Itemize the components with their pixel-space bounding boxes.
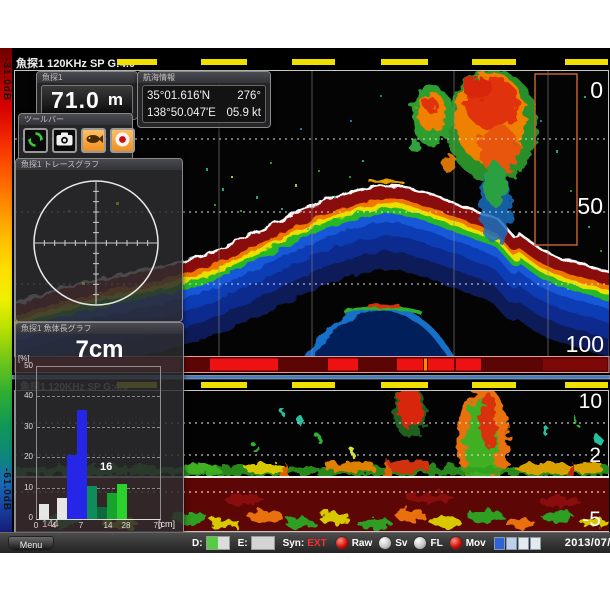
led-mov[interactable]: Mov bbox=[448, 536, 486, 550]
bl-depth-label-minus5: -5 bbox=[582, 508, 601, 531]
bl-depth-label-2: 2 bbox=[589, 444, 601, 467]
dominant-fish-size: 7cm bbox=[75, 336, 124, 363]
trace-scope bbox=[33, 180, 159, 306]
histogram-bar bbox=[39, 503, 49, 519]
y-tick-label: 50 bbox=[24, 361, 33, 370]
d-indicator bbox=[205, 536, 230, 550]
depth-label-100: 100 bbox=[566, 331, 604, 357]
nav-window[interactable]: 航海情報 35°01.616'N 276° 138°50.047'E 05.9 … bbox=[137, 71, 271, 128]
y-gridline bbox=[37, 426, 160, 428]
fl-led-icon bbox=[413, 536, 428, 550]
histogram-bar bbox=[97, 506, 107, 519]
x-tick-label: 28 bbox=[121, 521, 131, 530]
nav-longitude: 138°50.047'E bbox=[147, 106, 216, 119]
x-tick-label: 70 bbox=[153, 521, 163, 530]
nav-window-title[interactable]: 航海情報 bbox=[138, 72, 270, 83]
y-gridline bbox=[37, 396, 160, 398]
d-label: D: bbox=[192, 537, 203, 549]
color-scale-bar: -31.0dB -61.0dB bbox=[0, 48, 12, 532]
depth-unit: m bbox=[107, 90, 123, 109]
fl-label: FL bbox=[430, 537, 443, 549]
x-tick-label: 14 bbox=[103, 521, 113, 530]
depth-label-0: 0 bbox=[590, 77, 603, 103]
fish-alarm-button[interactable] bbox=[81, 128, 106, 153]
x-tick-label: 0 bbox=[33, 521, 39, 530]
syn-label: Syn: bbox=[282, 537, 305, 549]
histogram-annotation: 16 bbox=[100, 461, 113, 473]
raw-label: Raw bbox=[351, 537, 373, 549]
e-indicator bbox=[250, 536, 275, 550]
y-tick-label: 40 bbox=[24, 391, 33, 401]
nav-latitude: 35°01.616'N bbox=[147, 89, 211, 102]
depth-value: 71.0 bbox=[51, 86, 100, 113]
depth-readout: 71.0 m bbox=[41, 85, 133, 115]
raw-led-icon bbox=[334, 536, 349, 550]
colorbar-bottom-db: -61.0dB bbox=[1, 468, 12, 512]
nav-speed: 05.9 kt bbox=[226, 106, 261, 119]
fishfinder-screen: 魚探1 120KHz SP G:4.0 0 50 100 10 2 -5 -31… bbox=[0, 0, 610, 610]
histogram-bar bbox=[67, 455, 77, 519]
led-fl[interactable]: FL bbox=[413, 536, 443, 550]
trace-window-title[interactable]: 魚探1 トレースグラフ bbox=[16, 159, 182, 170]
mov-label: Mov bbox=[465, 537, 486, 549]
histogram-bar bbox=[117, 484, 127, 519]
depth-window-title[interactable]: 魚探1 bbox=[37, 72, 137, 83]
refresh-icon bbox=[27, 131, 44, 151]
histogram-bar bbox=[77, 409, 87, 519]
bl-depth-label-10: 10 bbox=[579, 390, 602, 413]
e-label: E: bbox=[237, 537, 248, 549]
depth-label-50: 50 bbox=[577, 193, 603, 219]
syn-value: EXT bbox=[307, 537, 327, 549]
y-tick-label: 20 bbox=[24, 452, 33, 462]
refresh-button[interactable] bbox=[23, 128, 48, 153]
sv-led-icon bbox=[378, 536, 393, 550]
histogram-bar bbox=[107, 493, 117, 519]
colorbar-top-db: -31.0dB bbox=[1, 58, 12, 102]
y-tick-label: 30 bbox=[24, 421, 33, 431]
led-raw[interactable]: Raw bbox=[334, 536, 373, 550]
fish-icon bbox=[85, 133, 103, 148]
camera-icon bbox=[56, 132, 73, 149]
x-tick-label: 7 bbox=[78, 521, 84, 530]
histogram-bar bbox=[87, 485, 97, 519]
sv-label: Sv bbox=[395, 537, 408, 549]
fish-length-title[interactable]: 魚探1 魚体長グラフ bbox=[16, 323, 183, 334]
datetime-display: 2013/07/04 08:05:28 bbox=[564, 537, 610, 549]
y-tick-label: 10 bbox=[24, 482, 33, 492]
menu-button[interactable]: Menu bbox=[8, 536, 54, 551]
histogram-bar bbox=[57, 497, 67, 519]
toolbar-title[interactable]: ツールバー bbox=[19, 114, 132, 125]
x-tick-label: 4 bbox=[51, 521, 57, 530]
status-bar: Menu D: E: Syn: EXT Raw Sv FL Mov 2013/07/0… bbox=[0, 532, 610, 553]
y-gridline bbox=[37, 487, 160, 489]
record-button[interactable] bbox=[110, 128, 135, 153]
led-indicators: Raw Sv FL Mov bbox=[334, 536, 486, 550]
fish-length-histogram bbox=[36, 366, 161, 520]
nav-course: 276° bbox=[237, 89, 261, 102]
y-gridline bbox=[37, 457, 160, 459]
fish-length-window[interactable]: 魚探1 魚体長グラフ 7cm [%] 16 144 [cm] 0 10 20 30 40… bbox=[15, 322, 184, 535]
buffer-indicator bbox=[493, 536, 541, 550]
trace-window[interactable]: 魚探1 トレースグラフ bbox=[15, 158, 183, 322]
led-sv[interactable]: Sv bbox=[378, 536, 407, 550]
record-icon bbox=[114, 131, 131, 151]
screenshot-button[interactable] bbox=[52, 128, 77, 153]
mov-led-icon bbox=[448, 536, 463, 550]
